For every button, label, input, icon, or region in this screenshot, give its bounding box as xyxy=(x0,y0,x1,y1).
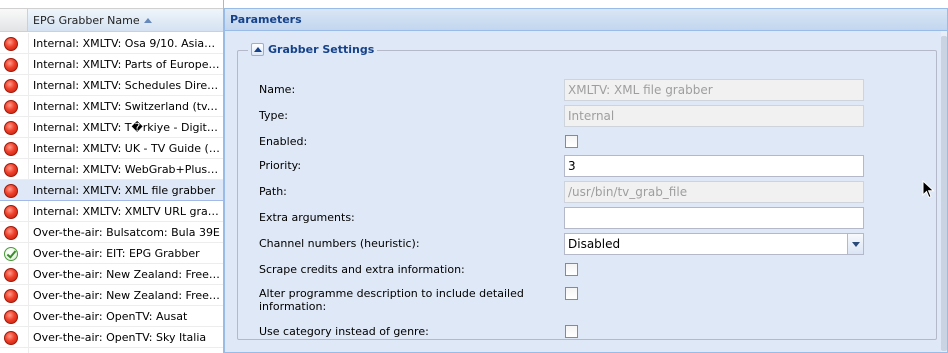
enabled-label: Enabled: xyxy=(259,135,308,148)
grid-row-label: Over-the-air: Bulsatcom: Bula 39E xyxy=(33,226,220,239)
name-field[interactable]: XMLTV: XML file grabber xyxy=(564,79,864,101)
grid-row-label: Internal: XMLTV: XML file grabber xyxy=(33,184,216,197)
channel-numbers-value: Disabled xyxy=(568,237,621,251)
grid-row[interactable]: Internal: XMLTV: XML file grabber xyxy=(0,180,223,201)
grid-row[interactable]: Over-the-air: New Zealand: Freevie... xyxy=(0,285,223,306)
status-ok-icon xyxy=(4,247,18,261)
grid-row[interactable]: Internal: XMLTV: WebGrab+Plus XM... xyxy=(0,159,223,180)
name-label: Name: xyxy=(259,83,296,96)
grid-row[interactable]: Over-the-air: Bulsatcom: Bula 39E xyxy=(0,222,223,243)
status-disabled-icon xyxy=(4,100,18,114)
collapse-icon[interactable] xyxy=(251,43,264,56)
status-disabled-icon xyxy=(4,310,18,324)
status-column-header[interactable] xyxy=(0,9,28,31)
priority-field[interactable]: 3 xyxy=(564,155,864,177)
grabber-settings-legend: Grabber Settings xyxy=(248,43,378,56)
grid-row-label: Internal: XMLTV: Osa 9/10. Asiaohjelmat xyxy=(33,37,221,50)
grabber-grid: EPG Grabber Name Internal: XMLTV: Osa 9/… xyxy=(0,0,224,353)
grid-header: EPG Grabber Name xyxy=(0,8,223,32)
use-category-label: Use category instead of genre: xyxy=(259,325,429,338)
grid-row-label: Over-the-air: OpenTV: Sky Italia xyxy=(33,331,207,344)
status-disabled-icon xyxy=(4,142,18,156)
extra-arguments-label: Extra arguments: xyxy=(259,211,355,224)
grid-rows: Internal: XMLTV: Osa 9/10. Asiaohjelmat I… xyxy=(0,33,223,348)
status-disabled-icon xyxy=(4,268,18,282)
grid-row[interactable]: Internal: XMLTV: XMLTV URL grabber xyxy=(0,201,223,222)
status-disabled-icon xyxy=(4,79,18,93)
use-category-checkbox[interactable] xyxy=(565,325,578,338)
grid-row[interactable]: Internal: XMLTV: Switzerland (tv.sea... xyxy=(0,96,223,117)
alter-description-label: Alter programme description to include d… xyxy=(259,287,524,313)
alter-description-checkbox[interactable] xyxy=(565,287,578,300)
grabber-settings-fieldset: Grabber Settings Name: XMLTV: XML file g… xyxy=(237,43,937,340)
grid-row[interactable]: Over-the-air: New Zealand: Freevie... xyxy=(0,264,223,285)
grabber-settings-title: Grabber Settings xyxy=(268,43,375,56)
scrape-credits-label: Scrape credits and extra information: xyxy=(259,263,465,276)
grid-row-label: Over-the-air: OpenTV: Ausat xyxy=(33,310,188,323)
status-disabled-icon xyxy=(4,289,18,303)
panel-scrollbar[interactable] xyxy=(941,31,947,352)
grid-row[interactable]: Internal: XMLTV: UK - TV Guide (tvg... xyxy=(0,138,223,159)
grid-row[interactable]: Over-the-air: EIT: EPG Grabber xyxy=(0,243,223,264)
grid-row-label: Internal: XMLTV: Switzerland (tv.sea... xyxy=(33,100,221,113)
grid-top-strip xyxy=(0,0,223,8)
grid-row-label: Internal: XMLTV: T�rkiye - Digiturk (... xyxy=(33,121,221,134)
grid-row-label: Internal: XMLTV: UK - TV Guide (tvg... xyxy=(33,142,221,155)
sort-ascending-icon xyxy=(143,18,152,23)
channel-numbers-label: Channel numbers (heuristic): xyxy=(259,237,420,250)
type-field[interactable]: Internal xyxy=(564,105,864,127)
grid-row-label: Internal: XMLTV: WebGrab+Plus XM... xyxy=(33,163,221,176)
parameters-panel-title: Parameters xyxy=(225,9,947,31)
grid-row[interactable]: Internal: XMLTV: T�rkiye - Digiturk (... xyxy=(0,117,223,138)
status-disabled-icon xyxy=(4,184,18,198)
parameters-panel-body: Grabber Settings Name: XMLTV: XML file g… xyxy=(225,31,947,352)
scrape-credits-checkbox[interactable] xyxy=(565,263,578,276)
status-disabled-icon xyxy=(4,205,18,219)
status-disabled-icon xyxy=(4,331,18,345)
grid-row-label: Internal: XMLTV: Schedules Direct J... xyxy=(33,79,221,92)
panel-scrollbar-thumb[interactable] xyxy=(941,36,947,351)
status-disabled-icon xyxy=(4,163,18,177)
parameters-panel: Parameters Grabber Settings Name: XMLTV:… xyxy=(224,8,948,353)
status-disabled-icon xyxy=(4,58,18,72)
extra-arguments-field[interactable] xyxy=(564,207,864,229)
grid-row[interactable]: Internal: XMLTV: Osa 9/10. Asiaohjelmat xyxy=(0,33,223,54)
path-label: Path: xyxy=(259,185,287,198)
grid-row[interactable]: Internal: XMLTV: Parts of Europe (co... xyxy=(0,54,223,75)
grid-row-label: Internal: XMLTV: XMLTV URL grabber xyxy=(33,205,221,218)
enabled-checkbox[interactable] xyxy=(565,135,578,148)
priority-label: Priority: xyxy=(259,159,302,172)
grid-row-label: Over-the-air: New Zealand: Freevie... xyxy=(33,268,221,281)
status-disabled-icon xyxy=(4,37,18,51)
chevron-down-icon[interactable] xyxy=(847,234,863,254)
grid-row[interactable]: Over-the-air: OpenTV: Ausat xyxy=(0,306,223,327)
grid-row[interactable]: Over-the-air: OpenTV: Sky Italia xyxy=(0,327,223,348)
mouse-pointer-icon xyxy=(922,180,935,199)
grid-row-label: Over-the-air: EIT: EPG Grabber xyxy=(33,247,200,260)
type-label: Type: xyxy=(259,109,288,122)
status-disabled-icon xyxy=(4,121,18,135)
path-field[interactable]: /usr/bin/tv_grab_file xyxy=(564,181,864,203)
grid-row-label: Internal: XMLTV: Parts of Europe (co... xyxy=(33,58,221,71)
name-column-header[interactable]: EPG Grabber Name xyxy=(28,9,223,31)
grid-row-label: Over-the-air: New Zealand: Freevie... xyxy=(33,289,221,302)
channel-numbers-select[interactable]: Disabled xyxy=(564,233,864,255)
status-disabled-icon xyxy=(4,226,18,240)
grid-row[interactable]: Internal: XMLTV: Schedules Direct J... xyxy=(0,75,223,96)
name-column-header-label: EPG Grabber Name xyxy=(33,14,140,27)
